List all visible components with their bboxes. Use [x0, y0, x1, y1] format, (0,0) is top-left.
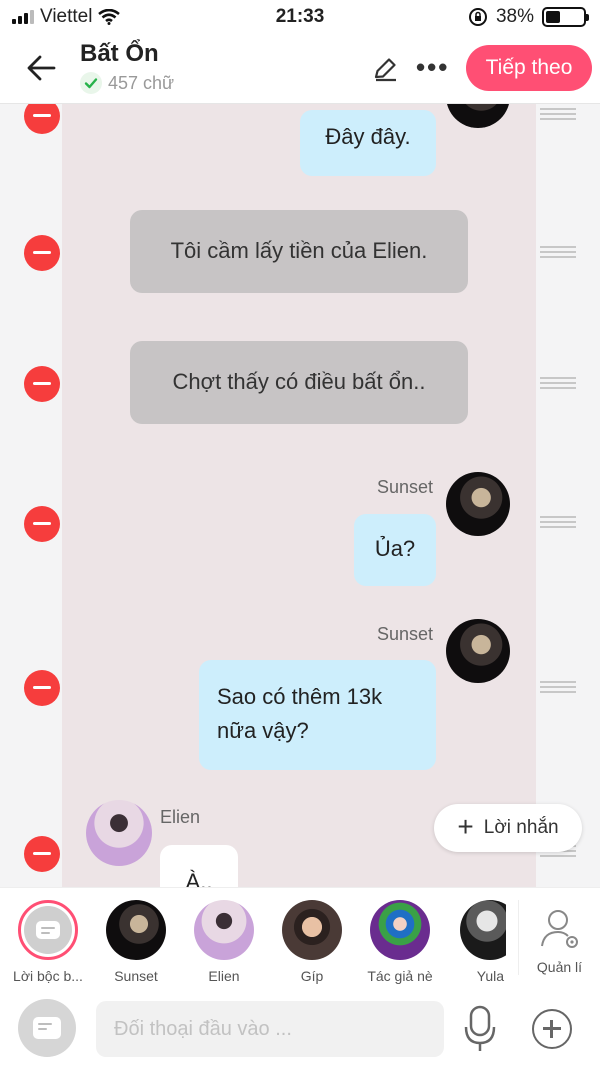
manage-characters-button[interactable]: Quản lí	[518, 900, 600, 975]
speaker-name: Sunset	[377, 477, 434, 497]
message-list[interactable]: Đây đây. Tôi cầm lấy tiền của Elien. Chợ…	[0, 104, 600, 887]
character-yula[interactable]: Yula	[446, 900, 506, 984]
delete-message-button[interactable]	[24, 104, 60, 134]
avatar-yula	[460, 900, 506, 960]
character-label: Sunset	[114, 968, 158, 984]
message-bubble[interactable]: Sao có thêm 13k nữa vậy?	[199, 660, 436, 770]
character-label: Gíp	[300, 968, 324, 984]
character-gip[interactable]: Gíp	[270, 900, 354, 984]
drag-handle-icon[interactable]	[540, 681, 576, 693]
microphone-icon[interactable]	[462, 1005, 498, 1053]
character-label: Tác giả nè	[367, 968, 433, 984]
character-label: Yula	[476, 968, 504, 984]
character-label: Lời bộc b...	[13, 968, 83, 984]
avatar-author	[370, 900, 430, 960]
drag-handle-icon[interactable]	[540, 516, 576, 528]
next-button[interactable]: Tiếp theo	[466, 45, 592, 91]
add-message-label: Lời nhắn	[483, 817, 559, 838]
avatar-sunset	[446, 472, 510, 536]
character-sunset[interactable]: Sunset	[94, 900, 178, 984]
message-icon	[36, 921, 60, 939]
avatar-gip	[282, 900, 342, 960]
plus-icon: +	[457, 810, 474, 842]
speaker-name: Elien	[160, 807, 201, 827]
message-bubble[interactable]: À..	[160, 845, 238, 887]
speaker-name: Sunset	[377, 624, 434, 644]
status-right: 38%	[468, 6, 589, 28]
message-bubble[interactable]: Ủa?	[354, 514, 436, 586]
character-label: Quản lí	[536, 959, 583, 975]
narration-bubble[interactable]: Chợt thấy có điều bất ổn..	[130, 341, 468, 424]
narration-avatar	[18, 900, 78, 960]
pencil-icon[interactable]	[370, 54, 400, 84]
character-narration[interactable]: Lời bộc b...	[6, 900, 90, 984]
status-bar: Viettel 21:33 38%	[0, 0, 600, 34]
delete-message-button[interactable]	[24, 506, 60, 542]
battery-percent: 38%	[495, 6, 534, 27]
battery-icon	[542, 7, 589, 27]
check-icon	[80, 72, 102, 94]
delete-message-button[interactable]	[24, 836, 60, 872]
drag-handle-icon[interactable]	[540, 108, 576, 120]
delete-message-button[interactable]	[24, 366, 60, 402]
story-title: Bất Ổn	[80, 40, 159, 67]
story-header: Bất Ổn 457 chữ ••• Tiếp theo	[0, 34, 600, 104]
more-options-button[interactable]: •••	[416, 52, 449, 83]
back-arrow-icon[interactable]	[22, 50, 62, 86]
add-message-button[interactable]: + Lời nhắn	[434, 804, 582, 852]
message-bubble[interactable]: Đây đây.	[300, 110, 436, 176]
character-elien[interactable]: Elien	[182, 900, 266, 984]
narration-toggle-button[interactable]	[18, 999, 76, 1057]
user-settings-icon	[540, 910, 578, 948]
word-count: 457 chữ	[80, 72, 174, 94]
add-button[interactable]	[532, 1009, 572, 1049]
delete-message-button[interactable]	[24, 235, 60, 271]
message-icon	[33, 1017, 61, 1039]
word-count-label: 457 chữ	[108, 72, 175, 93]
character-author[interactable]: Tác giả nè	[358, 900, 442, 984]
dialogue-input[interactable]	[96, 1001, 444, 1057]
delete-message-button[interactable]	[24, 670, 60, 706]
rotation-lock-icon	[468, 8, 487, 26]
character-selector: Lời bộc b... Sunset Elien Gíp Tác giả nè…	[0, 887, 600, 987]
composer	[0, 987, 600, 1067]
avatar-elien	[194, 900, 254, 960]
avatar-sunset	[106, 900, 166, 960]
character-label: Elien	[208, 968, 240, 984]
avatar-sunset	[446, 619, 510, 683]
avatar-elien	[86, 800, 152, 866]
drag-handle-icon[interactable]	[540, 246, 576, 258]
narration-bubble[interactable]: Tôi cầm lấy tiền của Elien.	[130, 210, 468, 293]
drag-handle-icon[interactable]	[540, 377, 576, 389]
